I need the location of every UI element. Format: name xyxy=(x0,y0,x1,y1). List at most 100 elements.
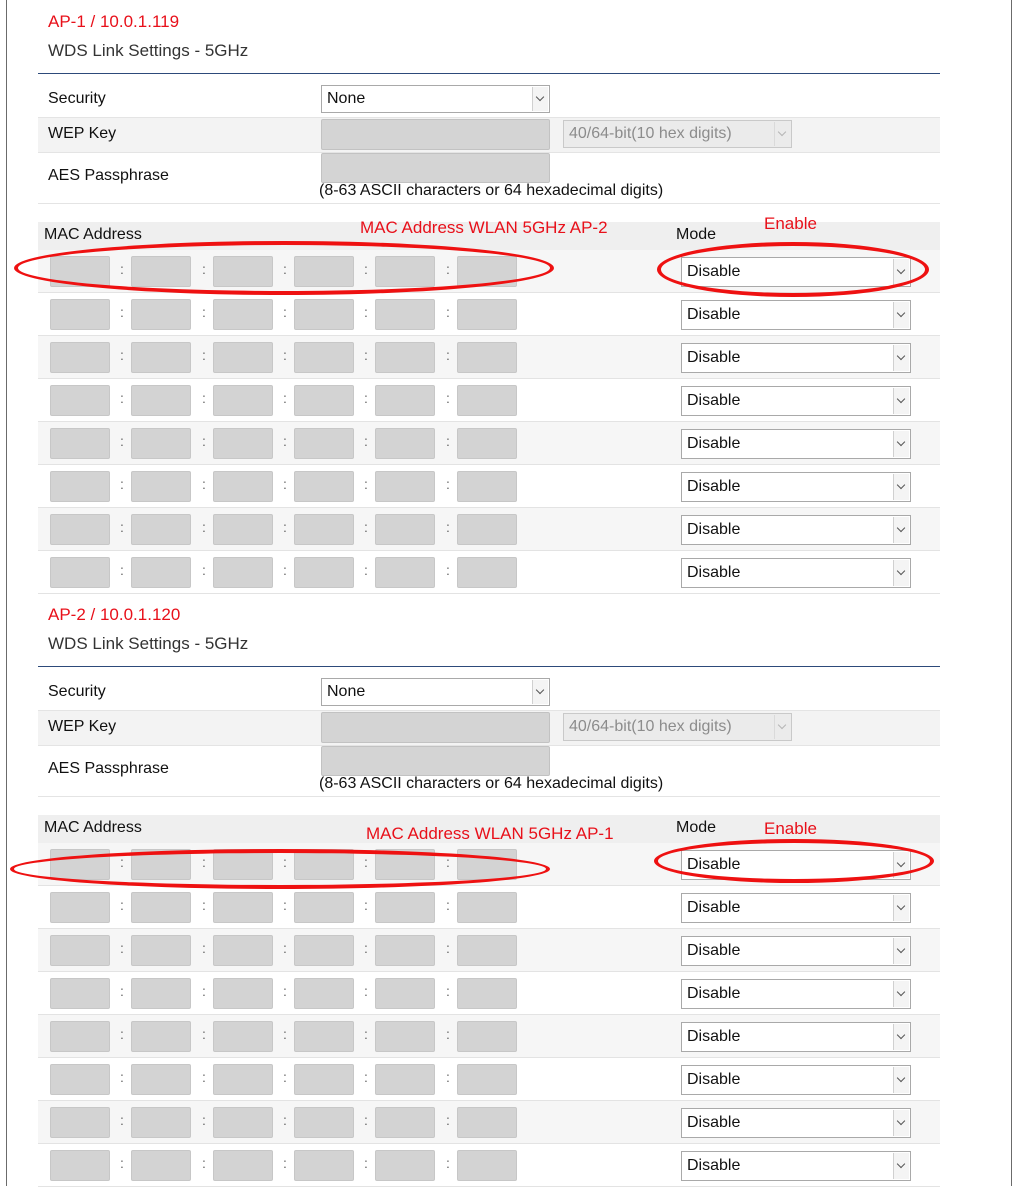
mac-octet-input-6[interactable] xyxy=(457,428,517,459)
mode-select[interactable]: Disable xyxy=(681,1065,911,1095)
wep-key-input[interactable] xyxy=(321,712,550,743)
mode-select[interactable]: Disable xyxy=(681,1022,911,1052)
mac-octet-input-1[interactable] xyxy=(50,1064,110,1095)
mode-select[interactable]: Disable xyxy=(681,343,911,373)
mac-octet-input-6[interactable] xyxy=(457,385,517,416)
wep-key-length-select[interactable]: 40/64-bit(10 hex digits) xyxy=(563,120,792,148)
mac-octet-input-3[interactable] xyxy=(213,428,273,459)
mac-octet-input-3[interactable] xyxy=(213,1021,273,1052)
mode-select[interactable]: Disable xyxy=(681,936,911,966)
mac-octet-input-2[interactable] xyxy=(131,892,191,923)
mode-select[interactable]: Disable xyxy=(681,1151,911,1181)
mac-octet-input-2[interactable] xyxy=(131,385,191,416)
mac-octet-input-2[interactable] xyxy=(131,1107,191,1138)
mac-octet-input-2[interactable] xyxy=(131,1150,191,1181)
mac-octet-input-4[interactable] xyxy=(294,471,354,502)
mac-octet-input-2[interactable] xyxy=(131,471,191,502)
mac-octet-input-5[interactable] xyxy=(375,342,435,373)
mac-octet-input-1[interactable] xyxy=(50,978,110,1009)
mac-octet-input-1[interactable] xyxy=(50,299,110,330)
mode-select[interactable]: Disable xyxy=(681,429,911,459)
mac-octet-input-3[interactable] xyxy=(213,385,273,416)
mac-octet-input-5[interactable] xyxy=(375,299,435,330)
mac-octet-input-1[interactable] xyxy=(50,471,110,502)
mac-octet-input-5[interactable] xyxy=(375,1064,435,1095)
mac-octet-input-3[interactable] xyxy=(213,1107,273,1138)
mac-octet-input-1[interactable] xyxy=(50,557,110,588)
mac-octet-input-4[interactable] xyxy=(294,978,354,1009)
mac-octet-input-1[interactable] xyxy=(50,892,110,923)
mac-octet-input-4[interactable] xyxy=(294,385,354,416)
mac-octet-input-5[interactable] xyxy=(375,1107,435,1138)
mac-octet-input-2[interactable] xyxy=(131,1064,191,1095)
wep-key-length-select[interactable]: 40/64-bit(10 hex digits) xyxy=(563,713,792,741)
mac-octet-input-4[interactable] xyxy=(294,1150,354,1181)
mac-octet-input-1[interactable] xyxy=(50,342,110,373)
mac-octet-input-5[interactable] xyxy=(375,471,435,502)
mac-octet-input-4[interactable] xyxy=(294,299,354,330)
mac-octet-input-3[interactable] xyxy=(213,471,273,502)
mode-select[interactable]: Disable xyxy=(681,1108,911,1138)
mac-octet-input-3[interactable] xyxy=(213,892,273,923)
mac-octet-input-5[interactable] xyxy=(375,978,435,1009)
mac-octet-input-6[interactable] xyxy=(457,892,517,923)
mode-select[interactable]: Disable xyxy=(681,893,911,923)
aes-passphrase-input[interactable] xyxy=(321,153,550,183)
wep-key-input[interactable] xyxy=(321,119,550,150)
mode-select[interactable]: Disable xyxy=(681,300,911,330)
mac-octet-input-5[interactable] xyxy=(375,514,435,545)
mac-octet-input-1[interactable] xyxy=(50,385,110,416)
security-select[interactable]: None xyxy=(321,678,550,706)
mac-octet-input-2[interactable] xyxy=(131,342,191,373)
mac-octet-input-3[interactable] xyxy=(213,935,273,966)
mac-octet-input-6[interactable] xyxy=(457,1107,517,1138)
mac-octet-input-6[interactable] xyxy=(457,514,517,545)
mac-octet-input-6[interactable] xyxy=(457,471,517,502)
mac-octet-input-3[interactable] xyxy=(213,342,273,373)
mode-select[interactable]: Disable xyxy=(681,558,911,588)
mac-octet-input-4[interactable] xyxy=(294,935,354,966)
mac-octet-input-2[interactable] xyxy=(131,935,191,966)
mac-octet-input-2[interactable] xyxy=(131,428,191,459)
mac-octet-input-5[interactable] xyxy=(375,1150,435,1181)
mac-octet-input-3[interactable] xyxy=(213,514,273,545)
security-select[interactable]: None xyxy=(321,85,550,113)
mac-octet-input-1[interactable] xyxy=(50,1150,110,1181)
mac-octet-input-2[interactable] xyxy=(131,299,191,330)
mac-octet-input-6[interactable] xyxy=(457,299,517,330)
mac-octet-input-4[interactable] xyxy=(294,514,354,545)
mac-octet-input-4[interactable] xyxy=(294,557,354,588)
mac-octet-input-6[interactable] xyxy=(457,1150,517,1181)
mac-octet-input-4[interactable] xyxy=(294,342,354,373)
aes-passphrase-input[interactable] xyxy=(321,746,550,776)
mac-octet-input-5[interactable] xyxy=(375,1021,435,1052)
mac-octet-input-4[interactable] xyxy=(294,428,354,459)
mac-octet-input-4[interactable] xyxy=(294,892,354,923)
mac-octet-input-6[interactable] xyxy=(457,978,517,1009)
mode-select[interactable]: Disable xyxy=(681,386,911,416)
mac-octet-input-2[interactable] xyxy=(131,514,191,545)
mac-octet-input-5[interactable] xyxy=(375,428,435,459)
mac-octet-input-6[interactable] xyxy=(457,342,517,373)
mode-select[interactable]: Disable xyxy=(681,515,911,545)
mac-octet-input-3[interactable] xyxy=(213,1150,273,1181)
mac-octet-input-2[interactable] xyxy=(131,978,191,1009)
mac-octet-input-5[interactable] xyxy=(375,557,435,588)
mac-octet-input-6[interactable] xyxy=(457,557,517,588)
mac-octet-input-6[interactable] xyxy=(457,935,517,966)
mac-octet-input-1[interactable] xyxy=(50,428,110,459)
mac-octet-input-5[interactable] xyxy=(375,892,435,923)
mac-octet-input-3[interactable] xyxy=(213,978,273,1009)
mac-octet-input-6[interactable] xyxy=(457,1021,517,1052)
mac-octet-input-1[interactable] xyxy=(50,514,110,545)
mode-select[interactable]: Disable xyxy=(681,979,911,1009)
mac-octet-input-4[interactable] xyxy=(294,1021,354,1052)
mode-select[interactable]: Disable xyxy=(681,472,911,502)
mac-octet-input-1[interactable] xyxy=(50,935,110,966)
mac-octet-input-5[interactable] xyxy=(375,385,435,416)
mac-octet-input-5[interactable] xyxy=(375,935,435,966)
mac-octet-input-1[interactable] xyxy=(50,1107,110,1138)
mac-octet-input-3[interactable] xyxy=(213,299,273,330)
mac-octet-input-3[interactable] xyxy=(213,1064,273,1095)
mac-octet-input-4[interactable] xyxy=(294,1107,354,1138)
